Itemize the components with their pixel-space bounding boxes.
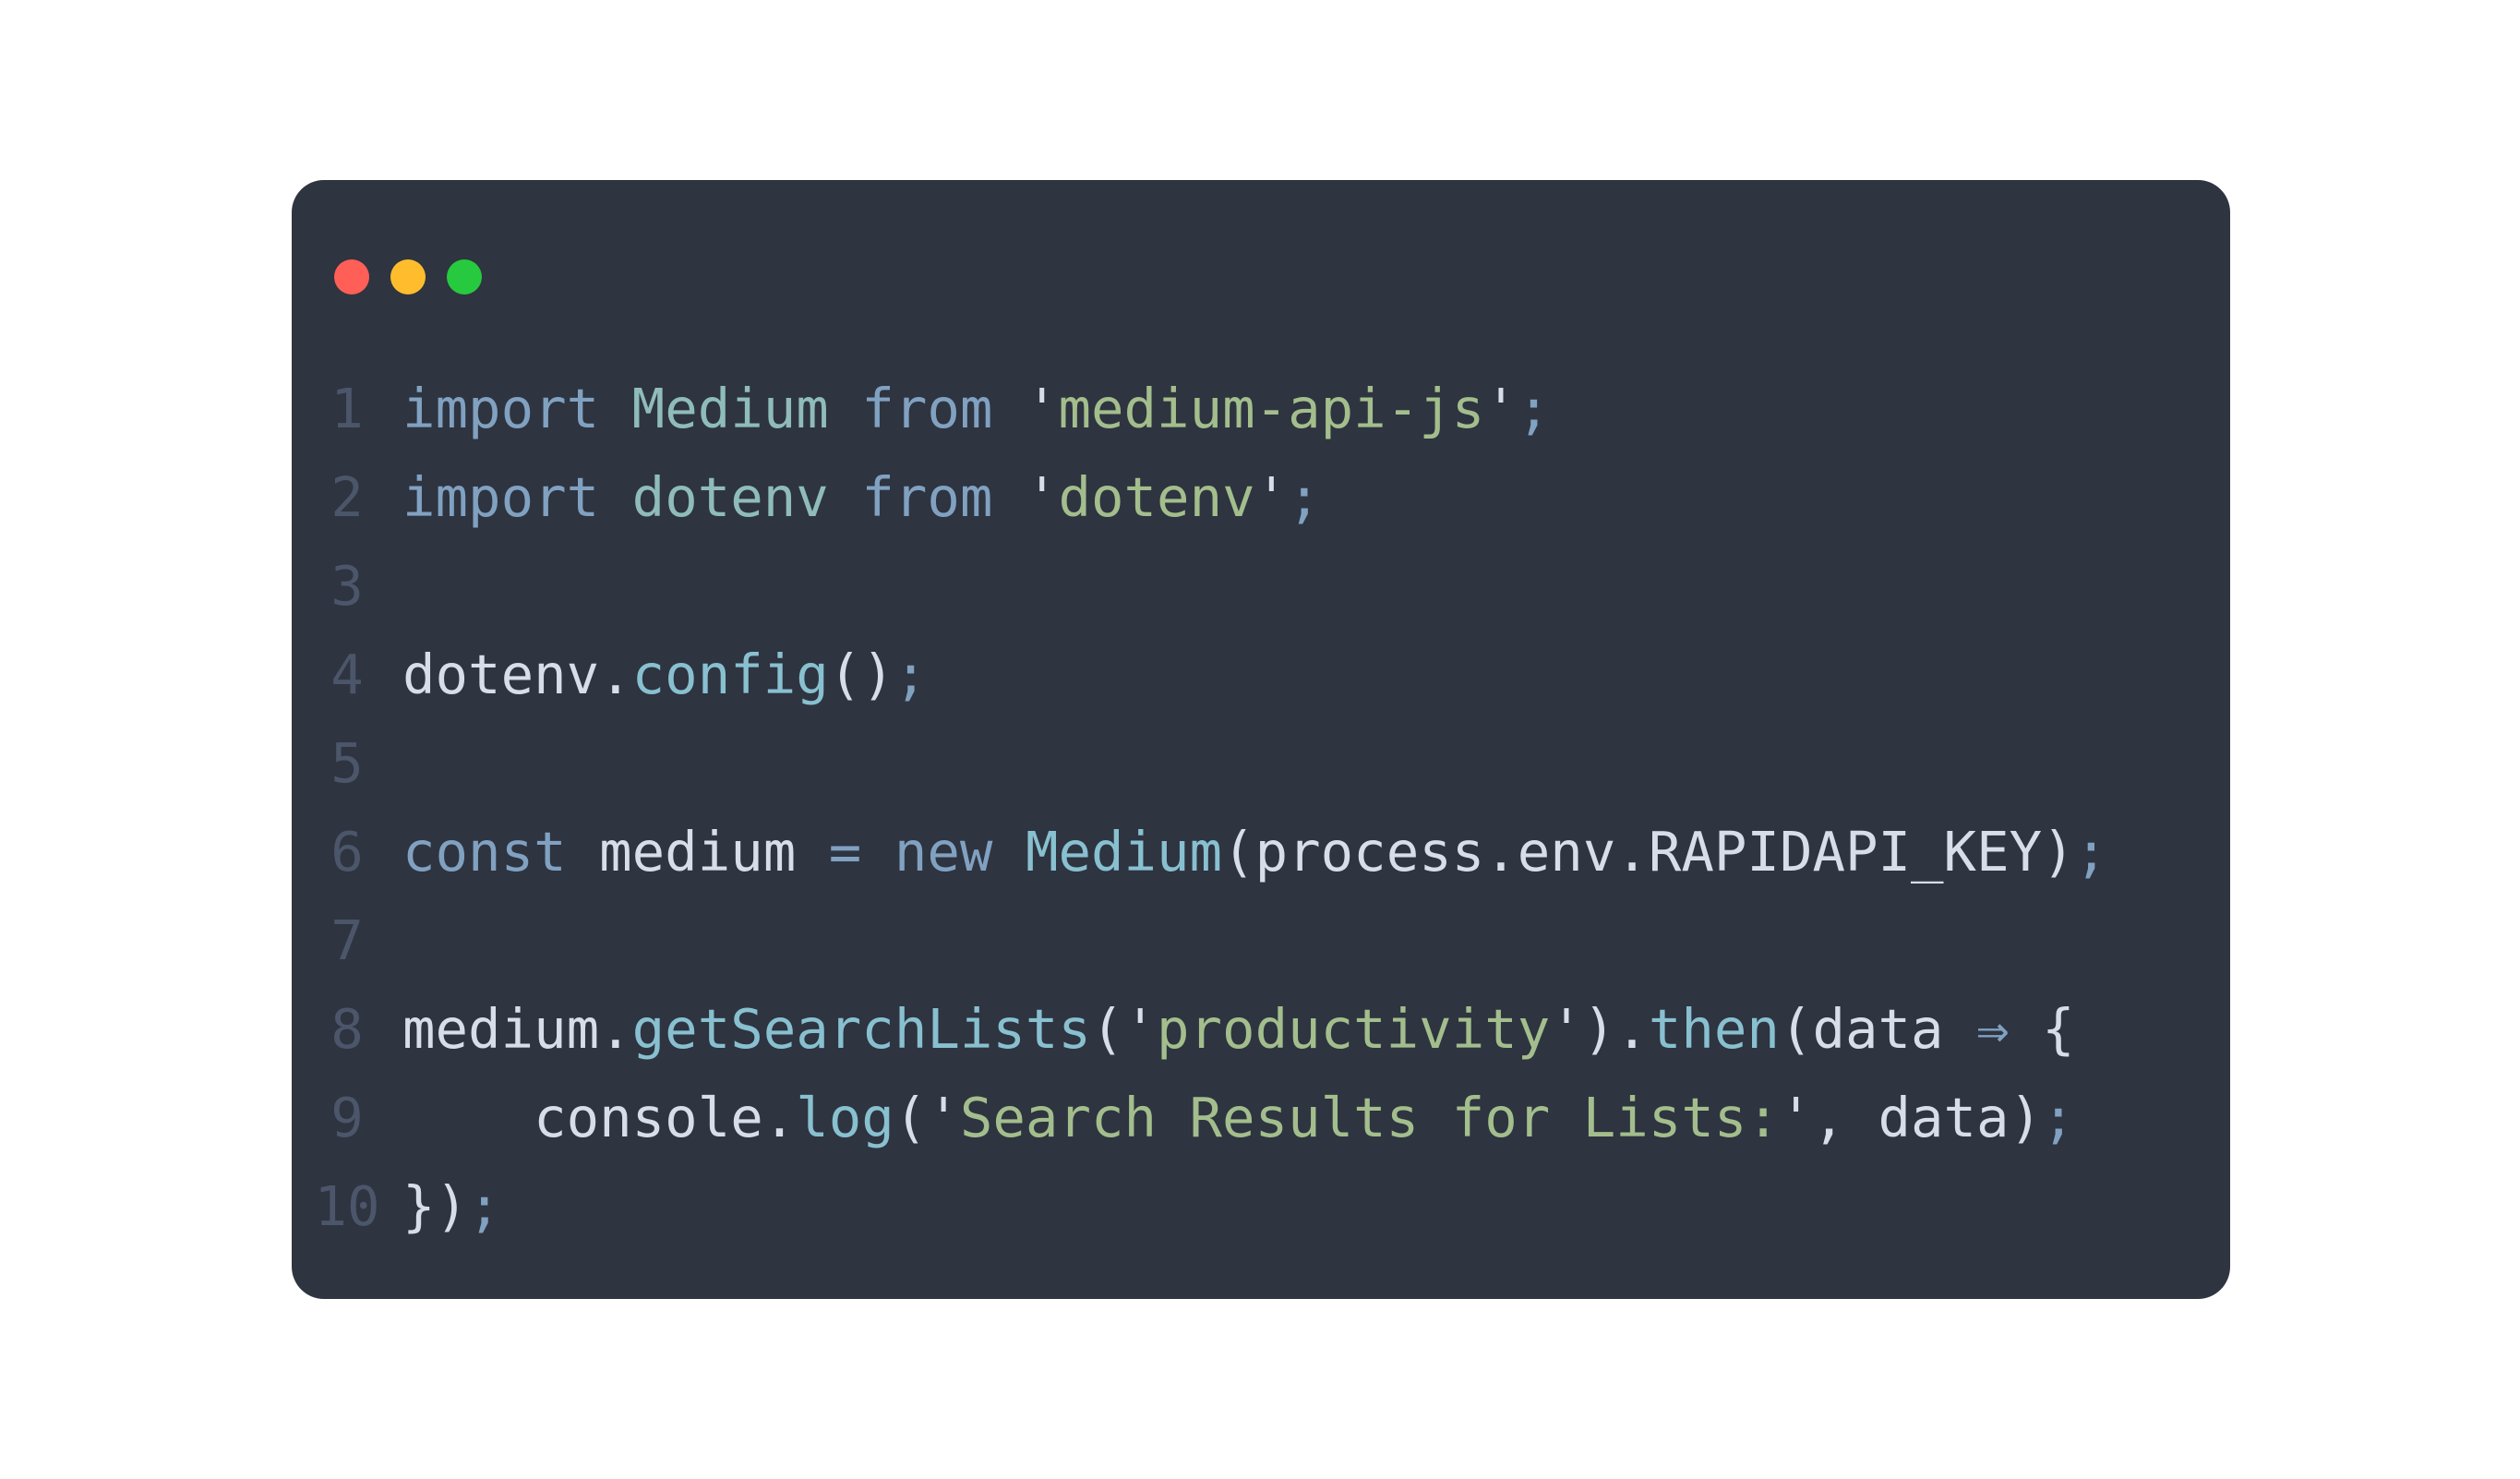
code-token: import (402, 465, 600, 529)
code-token: ; (2042, 1086, 2075, 1149)
close-button[interactable] (334, 259, 369, 295)
code-token: productivity (1157, 997, 1551, 1061)
code-token: dotenv (1058, 465, 1255, 529)
code-token: Medium (631, 377, 829, 440)
code-token: config (631, 643, 829, 706)
code-token: from (861, 465, 993, 529)
code-token: medium-api-js (1058, 377, 1485, 440)
code-token: medium. (402, 997, 632, 1061)
code-token: () (828, 643, 894, 706)
code-token: then (1648, 997, 1780, 1061)
line-number: 10 (314, 1174, 380, 1238)
code-token: dotenv (631, 465, 829, 529)
code-line: 2 import dotenv from 'dotenv'; (292, 453, 2107, 542)
code-token: Search Results for Lists: (959, 1086, 1780, 1149)
code-token: ' (1254, 465, 1289, 529)
maximize-button[interactable] (447, 259, 482, 295)
line-source: import Medium from 'medium-api-js'; (402, 365, 1550, 453)
code-token: Medium (1025, 820, 1223, 884)
code-token: ⇒ (1976, 997, 2010, 1061)
line-number: 2 (330, 465, 364, 529)
code-token: ', data) (1779, 1086, 2043, 1149)
code-line: 9 console.log('Search Results for Lists:… (292, 1074, 2107, 1162)
code-token: medium (566, 820, 829, 884)
line-number: 8 (330, 997, 364, 1061)
code-token: ; (2074, 820, 2108, 884)
code-token: const (402, 820, 567, 884)
line-source: }); (402, 1162, 501, 1251)
code-line: 5 (292, 719, 2107, 808)
line-source: dotenv.config(); (402, 631, 927, 719)
code-token: ' (1484, 377, 1518, 440)
code-token: log (796, 1086, 894, 1149)
code-line: 7 (292, 896, 2107, 985)
code-token: dotenv. (402, 643, 632, 706)
line-source: medium.getSearchLists('productivity').th… (402, 985, 2075, 1074)
code-token: ' (992, 465, 1059, 529)
window-controls (334, 259, 482, 295)
code-token: '). (1550, 997, 1649, 1061)
code-line: 4 dotenv.config(); (292, 631, 2107, 719)
line-source: const medium = new Medium(process.env.RA… (402, 808, 2107, 896)
code-token: = (828, 820, 862, 884)
code-token: new (894, 820, 993, 884)
line-source: import dotenv from 'dotenv'; (402, 453, 1321, 542)
code-token: ; (1517, 377, 1551, 440)
code-token: }) (402, 1174, 469, 1238)
code-token: ; (468, 1174, 501, 1238)
line-number: 1 (330, 377, 364, 440)
code-token: from (861, 377, 993, 440)
line-number: 3 (330, 554, 364, 618)
code-line: 6 const medium = new Medium(process.env.R… (292, 808, 2107, 896)
code-line: 10}); (292, 1162, 2107, 1251)
line-source: console.log('Search Results for Lists:',… (402, 1074, 2075, 1162)
code-token: { (2009, 997, 2075, 1061)
line-number: 4 (330, 643, 364, 706)
code-token: ' (992, 377, 1059, 440)
code-window: 1 import Medium from 'medium-api-js'; 2 imp… (292, 180, 2230, 1299)
line-number: 9 (330, 1086, 364, 1149)
code-token: (' (894, 1086, 960, 1149)
code-token: ; (894, 643, 928, 706)
code-token: console. (402, 1086, 797, 1149)
minimize-button[interactable] (390, 259, 426, 295)
code-line: 3 (292, 542, 2107, 631)
code-line: 1 import Medium from 'medium-api-js'; (292, 365, 2107, 453)
line-number: 6 (330, 820, 364, 884)
code-token: getSearchLists (631, 997, 1091, 1061)
code-token: import (402, 377, 600, 440)
line-number: 7 (330, 908, 364, 972)
code-token: (data (1779, 997, 1977, 1061)
code-token: ; (1288, 465, 1321, 529)
line-number: 5 (330, 731, 364, 795)
code-line: 8 medium.getSearchLists('productivity').t… (292, 985, 2107, 1074)
code-token: (' (1090, 997, 1157, 1061)
code-block: 1 import Medium from 'medium-api-js'; 2 imp… (292, 365, 2107, 1251)
code-token: (process.env.RAPIDAPI_KEY) (1222, 820, 2075, 884)
